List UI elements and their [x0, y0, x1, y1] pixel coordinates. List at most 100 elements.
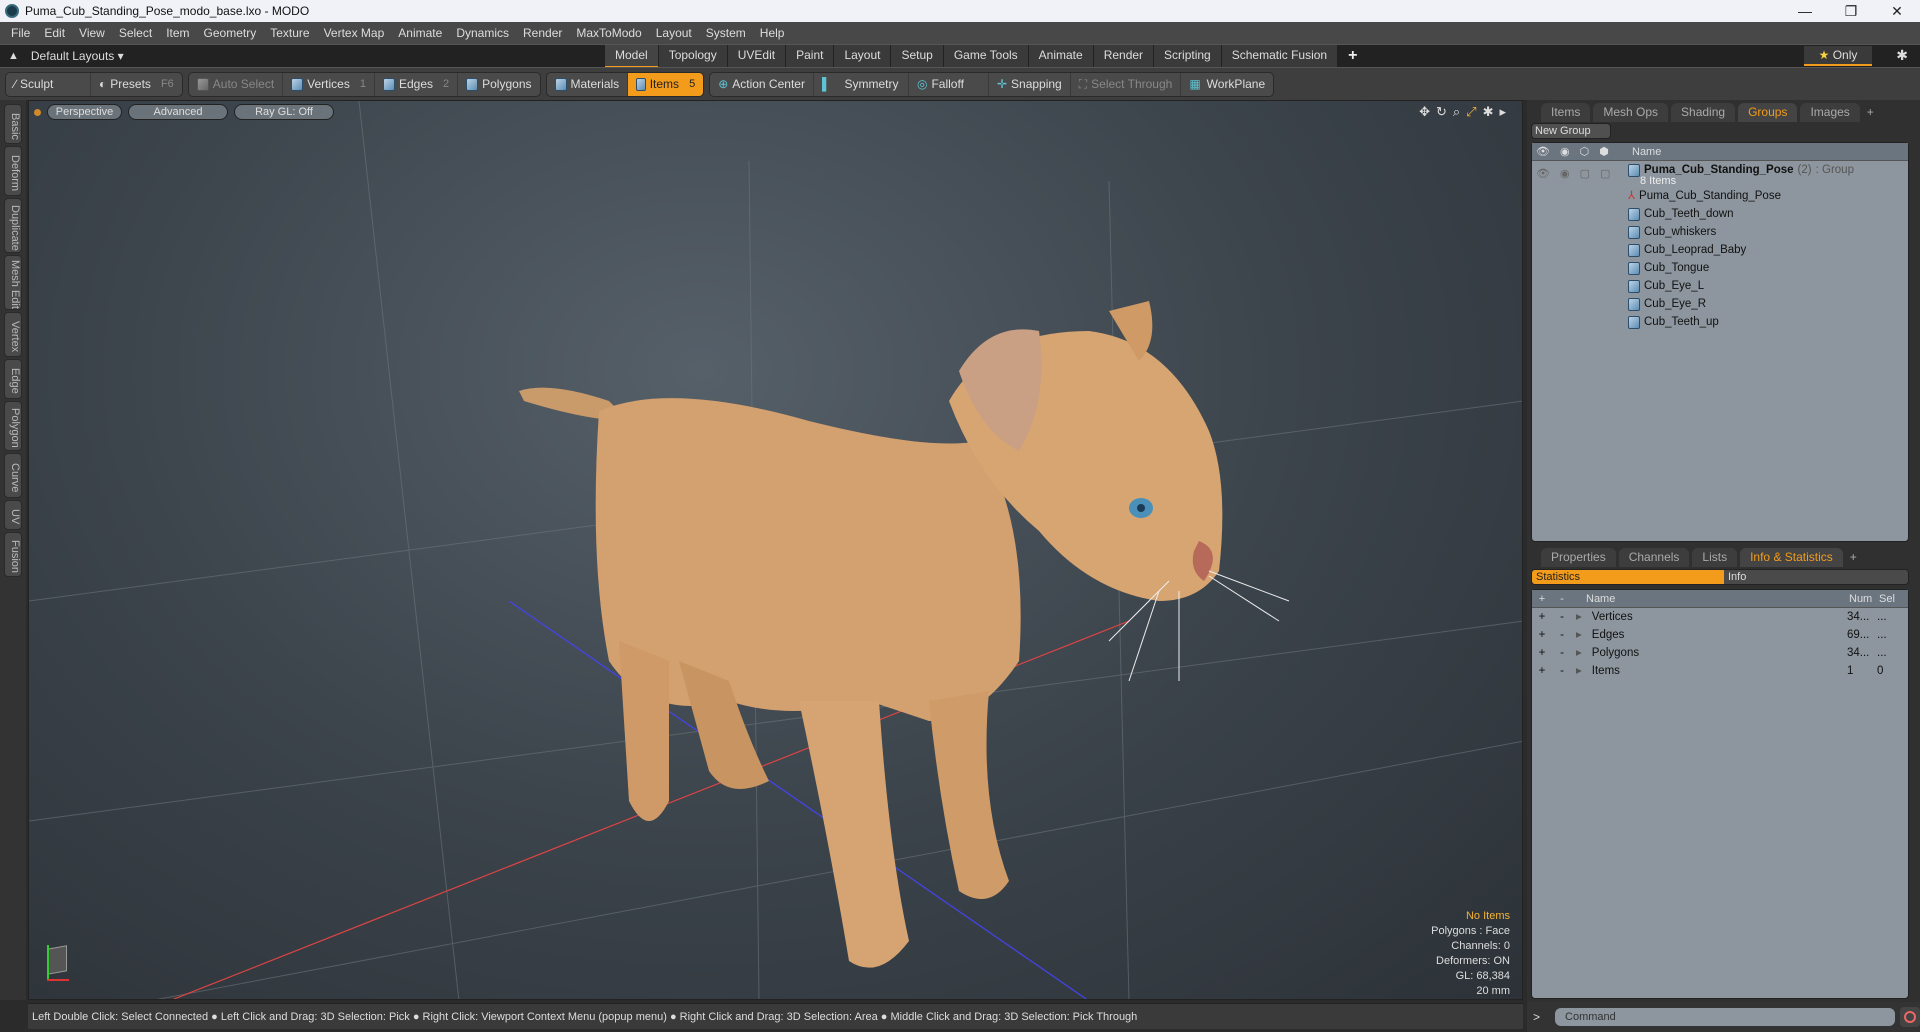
tab-animate[interactable]: Animate	[1028, 45, 1094, 68]
sidebar-tab-mesh-edit[interactable]: Mesh Edit	[4, 255, 22, 310]
sidebar-tab-vertex[interactable]: Vertex	[4, 312, 22, 357]
sidebar-tab-uv[interactable]: UV	[4, 500, 22, 530]
col-num[interactable]: Num	[1847, 590, 1877, 607]
select-through-button[interactable]: ⛶ Select Through	[1071, 72, 1182, 96]
menu-item[interactable]: Item	[159, 26, 196, 40]
expand-arrow-icon[interactable]: ▸	[1576, 647, 1582, 659]
rotate-icon[interactable]: ↻	[1436, 104, 1447, 120]
table-row[interactable]: + - ▸ Polygons 34......	[1532, 644, 1908, 662]
items-button[interactable]: Items 5	[628, 72, 704, 96]
tab-schematic-fusion[interactable]: Schematic Fusion	[1221, 45, 1339, 68]
layout-collapse-icon[interactable]: ▲	[8, 50, 19, 62]
menu-vertex-map[interactable]: Vertex Map	[317, 26, 392, 40]
gear-icon[interactable]: ✱	[1896, 47, 1908, 64]
viewport-options-dot[interactable]	[34, 108, 41, 116]
close-button[interactable]: ✕	[1874, 0, 1920, 22]
sidebar-tab-polygon[interactable]: Polygon	[4, 401, 22, 451]
collapse-minus[interactable]: -	[1552, 608, 1572, 626]
polygons-button[interactable]: Polygons	[458, 73, 539, 96]
viewport-settings-icon[interactable]: ✱	[1483, 104, 1494, 120]
tab-game-tools[interactable]: Game Tools	[943, 45, 1029, 68]
menu-maxtomodo[interactable]: MaxToModo	[569, 26, 648, 40]
command-history-button[interactable]	[1900, 1007, 1920, 1027]
collapse-minus[interactable]: -	[1552, 662, 1572, 680]
default-layouts-dropdown[interactable]: Default Layouts ▾	[31, 49, 124, 63]
list-item[interactable]: ⅄ Puma_Cub_Standing_Pose	[1628, 187, 1854, 205]
auto-select-button[interactable]: Auto Select	[189, 72, 284, 96]
pan-icon[interactable]: ✥	[1419, 104, 1430, 120]
only-toggle[interactable]: ★ Only	[1804, 46, 1872, 66]
menu-render[interactable]: Render	[516, 26, 569, 40]
expand-arrow-icon[interactable]: ▸	[1576, 629, 1582, 641]
list-item[interactable]: Cub_Leoprad_Baby	[1628, 241, 1854, 259]
tab-groups[interactable]: Groups	[1738, 103, 1798, 122]
expand-arrow-icon[interactable]: ▸	[1576, 611, 1582, 623]
maximize-button[interactable]: ❐	[1828, 0, 1874, 22]
list-item[interactable]: Cub_Teeth_down	[1628, 205, 1854, 223]
tab-lists[interactable]: Lists	[1692, 548, 1738, 567]
tab-properties[interactable]: Properties	[1541, 548, 1616, 567]
sidebar-tab-basic[interactable]: Basic	[4, 104, 22, 144]
group-visibility-toggles[interactable]: 👁 ◉ ▢ ▢	[1532, 161, 1618, 331]
viewport-expand-icon[interactable]: ▸	[1499, 104, 1506, 120]
list-item[interactable]: Cub_Teeth_up	[1628, 313, 1854, 331]
tab-scripting[interactable]: Scripting	[1154, 45, 1222, 68]
view-mode-dropdown[interactable]: Perspective	[47, 104, 122, 120]
tab-render[interactable]: Render	[1093, 45, 1155, 68]
tab-layout[interactable]: Layout	[834, 45, 892, 68]
tab-topology[interactable]: Topology	[658, 45, 728, 68]
falloff-button[interactable]: ◎ Falloff	[909, 72, 989, 96]
sidebar-tab-deform[interactable]: Deform	[4, 146, 22, 196]
col-name[interactable]: Name	[1572, 590, 1847, 607]
shading-mode-dropdown[interactable]: Advanced	[128, 104, 228, 120]
new-group-button[interactable]: New Group	[1531, 123, 1611, 139]
tab-channels[interactable]: Channels	[1618, 548, 1690, 567]
sidebar-tab-edge[interactable]: Edge	[4, 359, 22, 399]
col-sel[interactable]: Sel	[1877, 590, 1907, 607]
workplane-button[interactable]: ▦ WorkPlane	[1181, 73, 1273, 96]
command-input[interactable]: Command	[1555, 1008, 1896, 1026]
info-subtab[interactable]: Info	[1724, 570, 1908, 584]
list-item[interactable]: Cub_whiskers	[1628, 223, 1854, 241]
list-item[interactable]: Cub_Eye_L	[1628, 277, 1854, 295]
zoom-icon[interactable]: ⌕	[1453, 104, 1460, 120]
list-item[interactable]: Cub_Eye_R	[1628, 295, 1854, 313]
tab-paint[interactable]: Paint	[786, 45, 835, 68]
name-column-header[interactable]: Name	[1618, 143, 1661, 160]
menu-system[interactable]: System	[699, 26, 753, 40]
3d-viewport[interactable]: Perspective Advanced Ray GL: Off ✥ ↻ ⌕ ⤢…	[28, 100, 1523, 1000]
add-info-tab-button[interactable]: +	[1846, 548, 1861, 567]
table-row[interactable]: + - ▸ Vertices 34......	[1532, 608, 1908, 626]
expand-plus[interactable]: +	[1532, 662, 1552, 680]
menu-help[interactable]: Help	[753, 26, 792, 40]
sidebar-tab-duplicate[interactable]: Duplicate	[4, 198, 22, 253]
edges-button[interactable]: Edges 2	[375, 72, 459, 96]
sidebar-tab-curve[interactable]: Curve	[4, 453, 22, 498]
materials-button[interactable]: Materials	[547, 72, 629, 96]
add-panel-tab-button[interactable]: +	[1863, 103, 1878, 122]
menu-edit[interactable]: Edit	[37, 26, 72, 40]
menu-layout[interactable]: Layout	[649, 26, 699, 40]
tab-info-statistics[interactable]: Info & Statistics	[1740, 548, 1843, 567]
table-row[interactable]: + - ▸ Items 1 0	[1532, 662, 1908, 680]
tab-items[interactable]: Items	[1541, 103, 1591, 122]
tab-mesh-ops[interactable]: Mesh Ops	[1593, 103, 1669, 122]
menu-file[interactable]: File	[4, 26, 37, 40]
collapse-minus[interactable]: -	[1552, 626, 1572, 644]
action-center-button[interactable]: ⊕ Action Center	[710, 72, 814, 96]
table-row[interactable]: + - ▸ Edges 69......	[1532, 626, 1908, 644]
statistics-subtab[interactable]: Statistics	[1532, 570, 1724, 584]
menu-animate[interactable]: Animate	[391, 26, 449, 40]
expand-plus[interactable]: +	[1532, 626, 1552, 644]
menu-texture[interactable]: Texture	[263, 26, 316, 40]
presets-button[interactable]: ◐ Presets F6	[91, 73, 182, 96]
tab-model[interactable]: Model	[605, 45, 659, 68]
sculpt-button[interactable]: ∕ Sculpt	[6, 72, 91, 96]
tab-uvedit[interactable]: UVEdit	[727, 45, 787, 68]
expand-plus[interactable]: +	[1532, 608, 1552, 626]
expand-plus[interactable]: +	[1532, 644, 1552, 662]
minimize-button[interactable]: —	[1782, 0, 1828, 22]
tab-setup[interactable]: Setup	[891, 45, 944, 68]
snapping-button[interactable]: ✛ Snapping	[989, 72, 1071, 96]
tab-shading[interactable]: Shading	[1671, 103, 1736, 122]
